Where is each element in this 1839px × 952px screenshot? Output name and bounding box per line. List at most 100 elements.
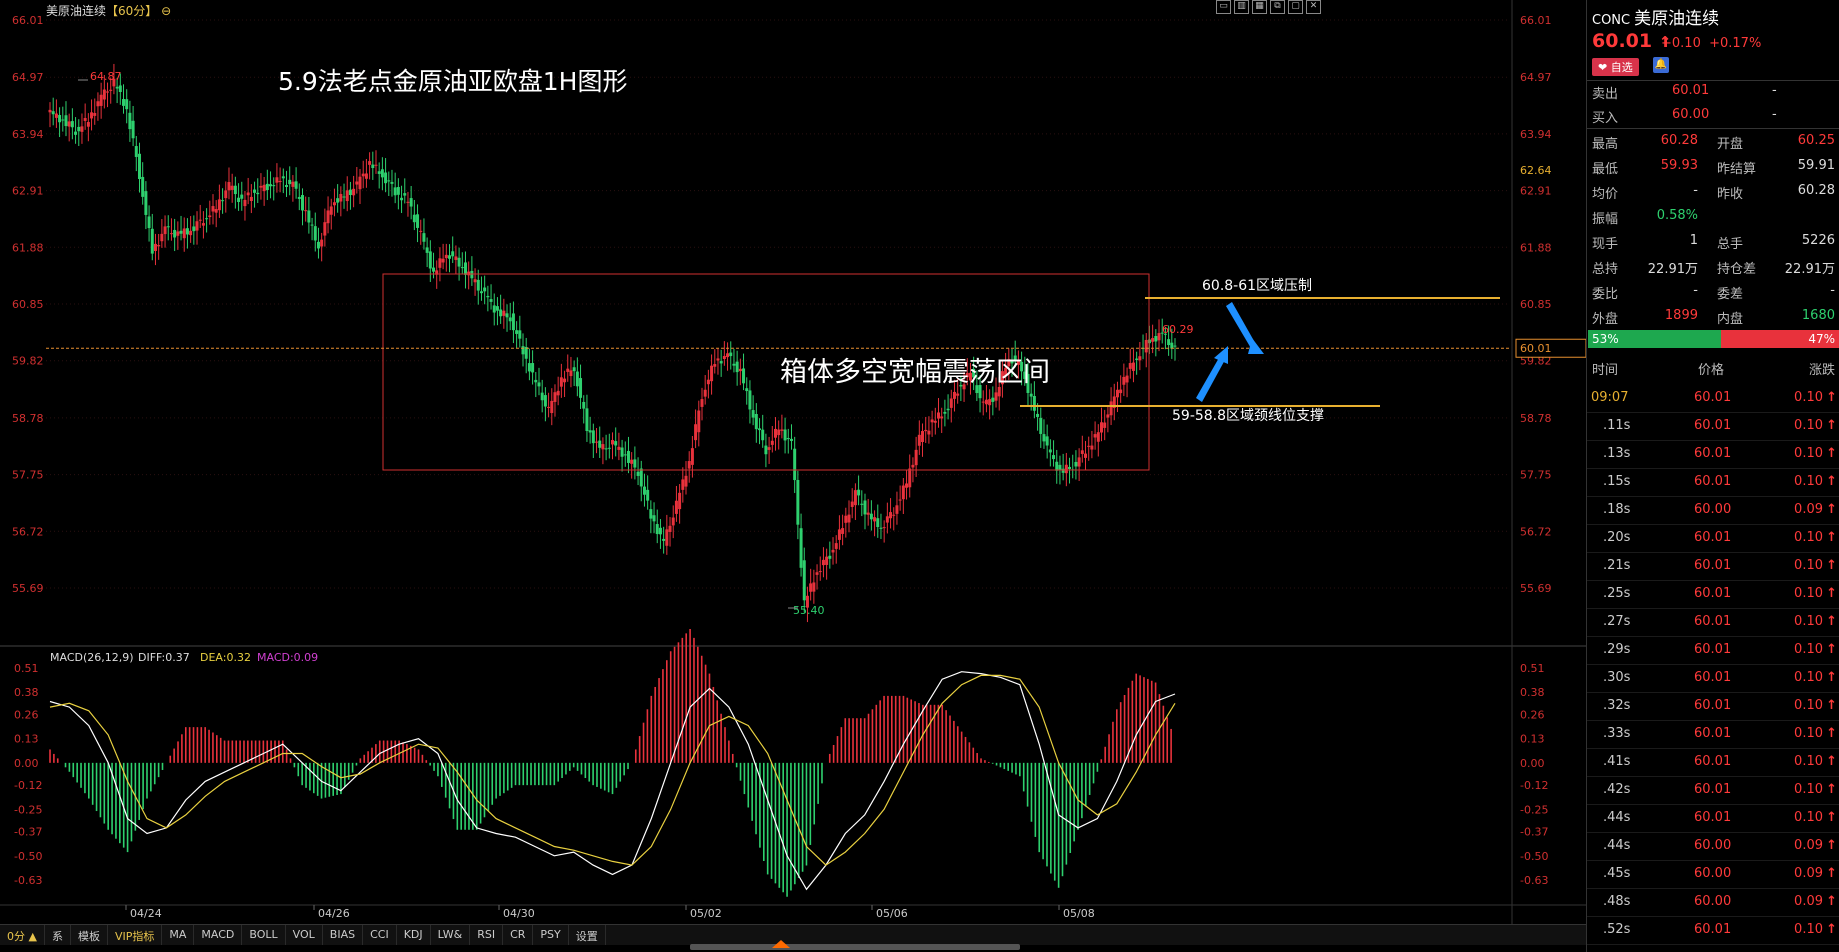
chart-scrollbar[interactable] (690, 944, 1020, 950)
macd-value-label: MACD:0.09 (257, 651, 318, 664)
candle-body (933, 420, 937, 423)
grid-icon[interactable]: ▥ (1234, 0, 1249, 14)
candle-body (697, 410, 701, 433)
indicator-tab-10[interactable]: LW& (431, 925, 471, 945)
candle-body (1128, 363, 1132, 369)
candle-body (841, 528, 845, 534)
candle-body (320, 239, 324, 247)
candle-body (205, 218, 209, 220)
tick-row[interactable]: .27s 60.01 0.10 ↑ (1587, 608, 1839, 637)
tick-row[interactable]: .45s 60.00 0.09 ↑ (1587, 860, 1839, 889)
up-arrow-icon: ↑ (1826, 698, 1837, 713)
indicator-tab-1[interactable]: 模板 (71, 925, 108, 945)
tick-row[interactable]: .11s 60.01 0.10 ↑ (1587, 412, 1839, 441)
period-switch-tab[interactable]: 0分 ▲ (0, 925, 45, 945)
tick-row[interactable]: .20s 60.01 0.10 ↑ (1587, 524, 1839, 553)
candle-body (726, 353, 730, 358)
float-window-icon[interactable]: ⧉ (1270, 0, 1285, 14)
candle-body (748, 390, 752, 410)
candle-body (524, 346, 528, 359)
indicator-tab-8[interactable]: CCI (363, 925, 397, 945)
candle-body (285, 185, 289, 187)
layout-icon[interactable]: ▭ (1216, 0, 1231, 14)
candle-body (179, 230, 183, 234)
candle-body (1154, 336, 1158, 342)
candle-body (681, 479, 685, 490)
indicator-tab-2[interactable]: VIP指标 (108, 925, 163, 945)
add-favorite-button[interactable]: ❤ 自选 (1592, 58, 1639, 76)
indicator-tab-13[interactable]: PSY (533, 925, 569, 945)
candle-body (1109, 401, 1113, 416)
candle-body (658, 527, 662, 535)
tick-row[interactable]: .42s 60.01 0.10 ↑ (1587, 776, 1839, 805)
indicator-tab-6[interactable]: VOL (286, 925, 323, 945)
tick-row[interactable]: .30s 60.01 0.10 ↑ (1587, 664, 1839, 693)
candle-body (1045, 436, 1049, 446)
ask-price: 60.01 (1672, 83, 1710, 98)
indicator-tab-7[interactable]: BIAS (323, 925, 364, 945)
indicator-tab-12[interactable]: CR (503, 925, 534, 945)
indicator-tab-0[interactable]: 系 (45, 925, 71, 945)
up-arrow-icon: ↑ (1826, 838, 1837, 853)
candle-body (1125, 375, 1129, 383)
candle-body (1055, 461, 1059, 471)
candle-body (595, 441, 599, 443)
indicator-tab-11[interactable]: RSI (470, 925, 504, 945)
scroll-position-marker[interactable] (772, 940, 790, 948)
candle-body (1099, 422, 1103, 433)
chart-area[interactable]: 66.01 66.01 64.97 64.97 63.94 63.94 62.91 62.91… (0, 0, 1586, 952)
tick-row[interactable]: .25s 60.01 0.10 ↑ (1587, 580, 1839, 609)
up-arrow-icon: ↑ (1826, 866, 1837, 881)
candle-body (572, 367, 576, 372)
tick-row[interactable]: .32s 60.01 0.10 ↑ (1587, 692, 1839, 721)
candle-body (732, 363, 736, 366)
candle-body (607, 447, 611, 449)
candle-body (371, 164, 375, 169)
candle-body (831, 549, 835, 553)
date-axis-label: 05/06 (876, 907, 908, 920)
candle-body (642, 486, 646, 495)
candle-body (936, 412, 940, 419)
up-arrow-icon: ↑ (1826, 530, 1837, 545)
multi-grid-icon[interactable]: ▦ (1252, 0, 1267, 14)
macd-axis-label-right: 0.26 (1520, 708, 1545, 721)
macd-axis-label-right: 0.38 (1520, 686, 1545, 699)
tick-row[interactable]: .13s 60.01 0.10 ↑ (1587, 440, 1839, 469)
tick-row[interactable]: .52s 60.01 0.10 ↑ (1587, 916, 1839, 945)
tick-row[interactable]: .33s 60.01 0.10 ↑ (1587, 720, 1839, 749)
candle-body (687, 461, 691, 469)
close-icon[interactable]: ✕ (1306, 0, 1321, 14)
candle-body (384, 172, 388, 184)
tick-row[interactable]: .18s 60.00 0.09 ↑ (1587, 496, 1839, 525)
candle-body (713, 364, 717, 367)
candle-body (722, 355, 726, 359)
candle-body (949, 398, 953, 408)
maximize-icon[interactable]: ▢ (1288, 0, 1303, 14)
candle-body (1115, 389, 1119, 398)
tick-row[interactable]: .29s 60.01 0.10 ↑ (1587, 636, 1839, 665)
tick-row[interactable]: .48s 60.00 0.09 ↑ (1587, 888, 1839, 917)
candle-body (169, 233, 173, 235)
candle-body (128, 112, 132, 130)
indicator-tab-14[interactable]: 设置 (569, 925, 606, 945)
indicator-tab-5[interactable]: BOLL (242, 925, 286, 945)
period-label[interactable]: 【60分】 (106, 4, 157, 18)
tick-row[interactable]: .41s 60.01 0.10 ↑ (1587, 748, 1839, 777)
tick-row[interactable]: .15s 60.01 0.10 ↑ (1587, 468, 1839, 497)
alert-bell-icon[interactable]: 🔔 (1653, 57, 1669, 73)
candle-body (86, 122, 90, 127)
ask-row: 卖出 60.01 - (1592, 83, 1777, 102)
period-toggle-icon[interactable]: ⊖ (161, 4, 171, 18)
indicator-tab-9[interactable]: KDJ (397, 925, 431, 945)
indicator-tab-3[interactable]: MA (162, 925, 195, 945)
price-chart[interactable]: 66.01 66.01 64.97 64.97 63.94 63.94 62.91 62.91… (0, 0, 1586, 952)
macd-axis-label-left: -0.63 (14, 874, 42, 887)
tick-row[interactable]: .21s 60.01 0.10 ↑ (1587, 552, 1839, 581)
tick-row[interactable]: 09:07 60.01 0.10 ↑ (1587, 384, 1839, 413)
candle-body (58, 115, 62, 123)
candle-body (844, 515, 848, 523)
tick-row[interactable]: .44s 60.01 0.10 ↑ (1587, 804, 1839, 833)
tick-row[interactable]: .44s 60.00 0.09 ↑ (1587, 832, 1839, 861)
candle-body (278, 180, 282, 182)
indicator-tab-4[interactable]: MACD (194, 925, 243, 945)
